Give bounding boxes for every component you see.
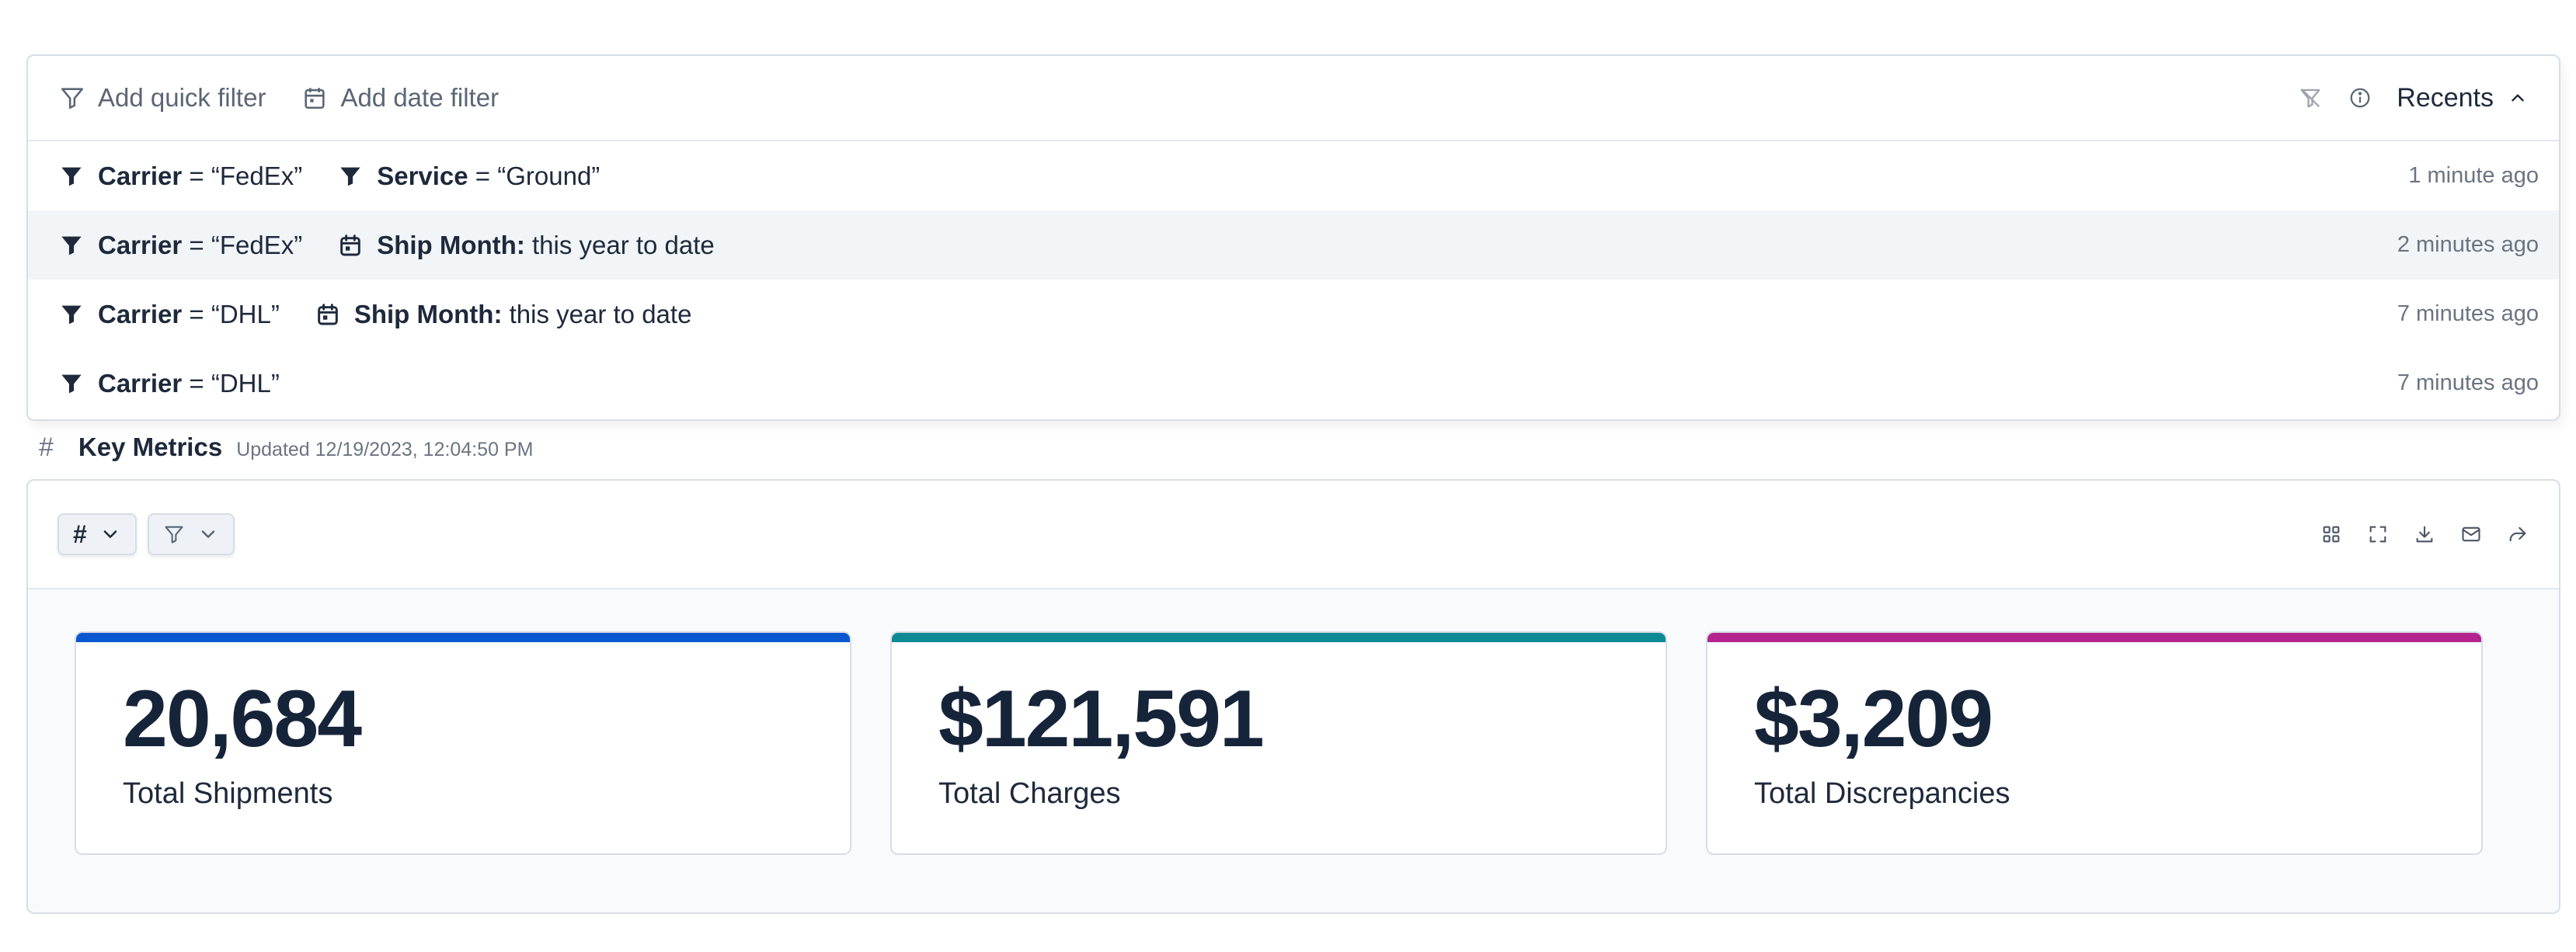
filter-field: Carrier <box>98 230 183 259</box>
recent-filter-time: 7 minutes ago <box>2397 301 2539 326</box>
hash-icon: # <box>39 432 54 462</box>
card-accent-bar <box>892 633 1666 642</box>
filter-chip: Carrier = “DHL” <box>59 369 280 398</box>
card-accent-bar <box>76 633 850 642</box>
add-quick-filter-label: Add quick filter <box>98 83 266 112</box>
clear-filters-icon[interactable] <box>2297 85 2324 111</box>
filter-value: this year to date <box>502 299 692 328</box>
filter-value: = “DHL” <box>182 368 280 398</box>
metric-value: $3,209 <box>1754 674 1993 764</box>
filter-field: Carrier <box>98 368 183 398</box>
metric-label: Total Discrepancies <box>1754 777 2010 810</box>
metric-label: Total Shipments <box>123 777 333 810</box>
add-date-filter-label: Add date filter <box>340 83 500 112</box>
date-filter-chip: Ship Month: this year to date <box>338 231 715 260</box>
filter-value: = “DHL” <box>182 299 280 328</box>
metric-value: $121,591 <box>938 674 1265 764</box>
filter-outline-icon <box>61 88 84 109</box>
calendar-icon <box>315 302 340 327</box>
share-icon[interactable] <box>2506 523 2529 546</box>
recent-filter-row[interactable]: Carrier = “FedEx” Ship Month: this year t… <box>28 210 2559 280</box>
date-filter-chip: Ship Month: this year to date <box>315 300 692 329</box>
filter-chip: Carrier = “DHL” <box>59 300 280 329</box>
metric-card-total-shipments: 20,684 Total Shipments <box>75 631 851 855</box>
chevron-down-icon <box>201 530 215 538</box>
filter-dropdown[interactable] <box>147 513 235 555</box>
filter-chip-text: Carrier = “FedEx” <box>98 231 302 260</box>
filter-panel: Add quick filter Add date filter Recents… <box>26 54 2560 421</box>
card-accent-bar <box>1707 633 2481 642</box>
metric-value: 20,684 <box>123 674 362 764</box>
info-icon[interactable] <box>2347 85 2373 111</box>
filter-chip-text: Service = “Ground” <box>377 162 600 191</box>
recent-filter-row[interactable]: Carrier = “FedEx” Service = “Ground” 1 min… <box>28 141 2559 210</box>
filter-field: Service <box>377 161 468 190</box>
filter-bar: Add quick filter Add date filter Recents <box>28 56 2559 141</box>
filter-chip-text: Ship Month: this year to date <box>377 231 715 260</box>
filter-outline-icon <box>165 526 183 544</box>
metric-cards: 20,684 Total Shipments $121,591 Total Ch… <box>75 631 2483 855</box>
filter-value: = “FedEx” <box>182 230 303 259</box>
number-format-symbol: # <box>73 519 87 548</box>
grid-view-icon[interactable] <box>2320 523 2343 546</box>
filter-solid-icon <box>59 302 84 327</box>
recents-toggle[interactable]: Recents <box>2397 83 2528 113</box>
recent-filter-row[interactable]: Carrier = “DHL” 7 minutes ago <box>28 349 2559 418</box>
recent-filter-time: 2 minutes ago <box>2397 232 2539 257</box>
filter-field: Ship Month: <box>353 299 503 328</box>
filter-solid-icon <box>59 164 84 189</box>
number-format-dropdown[interactable]: # <box>57 513 137 555</box>
updated-timestamp: Updated 12/19/2023, 12:04:50 PM <box>236 438 534 460</box>
download-icon[interactable] <box>2413 523 2436 546</box>
filter-chip-text: Ship Month: this year to date <box>354 300 692 329</box>
filter-solid-icon <box>59 233 84 258</box>
recent-filters-list: Carrier = “FedEx” Service = “Ground” 1 min… <box>28 141 2559 418</box>
chevron-down-icon <box>103 530 117 538</box>
metric-card-total-discrepancies: $3,209 Total Discrepancies <box>1706 631 2483 855</box>
filter-field: Carrier <box>98 161 183 190</box>
recent-filter-row[interactable]: Carrier = “DHL” Ship Month: this year to … <box>28 280 2559 349</box>
metrics-toolbar: # <box>28 481 2559 589</box>
key-metrics-title: Key Metrics <box>78 433 223 461</box>
filter-value: = “Ground” <box>468 161 600 190</box>
key-metrics-header: # Key Metrics Updated 12/19/2023, 12:04:… <box>39 426 533 469</box>
email-icon[interactable] <box>2459 523 2483 546</box>
chevron-up-icon <box>2512 94 2524 102</box>
filter-field: Carrier <box>98 299 183 328</box>
filter-chip: Carrier = “FedEx” <box>59 231 302 260</box>
metrics-panel: # 20,684 Total Shipments $121,591 Total … <box>26 479 2560 914</box>
filter-solid-icon <box>338 164 363 189</box>
filter-chip-text: Carrier = “DHL” <box>98 369 280 398</box>
filter-chip-text: Carrier = “DHL” <box>98 300 280 329</box>
filter-chip: Service = “Ground” <box>338 162 600 191</box>
add-date-filter-button[interactable]: Add date filter <box>301 83 499 113</box>
calendar-icon <box>338 233 363 258</box>
add-quick-filter-button[interactable]: Add quick filter <box>59 83 266 113</box>
filter-solid-icon <box>59 371 84 396</box>
recent-filter-time: 1 minute ago <box>2408 163 2539 188</box>
metric-card-total-charges: $121,591 Total Charges <box>890 631 1667 855</box>
fullscreen-icon[interactable] <box>2366 523 2390 546</box>
filter-chip-text: Carrier = “FedEx” <box>98 162 302 191</box>
recent-filter-time: 7 minutes ago <box>2397 370 2539 395</box>
filter-value: this year to date <box>524 230 715 259</box>
filter-field: Ship Month: <box>377 230 525 259</box>
recents-label: Recents <box>2397 82 2494 113</box>
calendar-icon <box>305 88 325 109</box>
filter-value: = “FedEx” <box>182 161 303 190</box>
filter-chip: Carrier = “FedEx” <box>59 162 302 191</box>
metric-label: Total Charges <box>938 777 1121 810</box>
